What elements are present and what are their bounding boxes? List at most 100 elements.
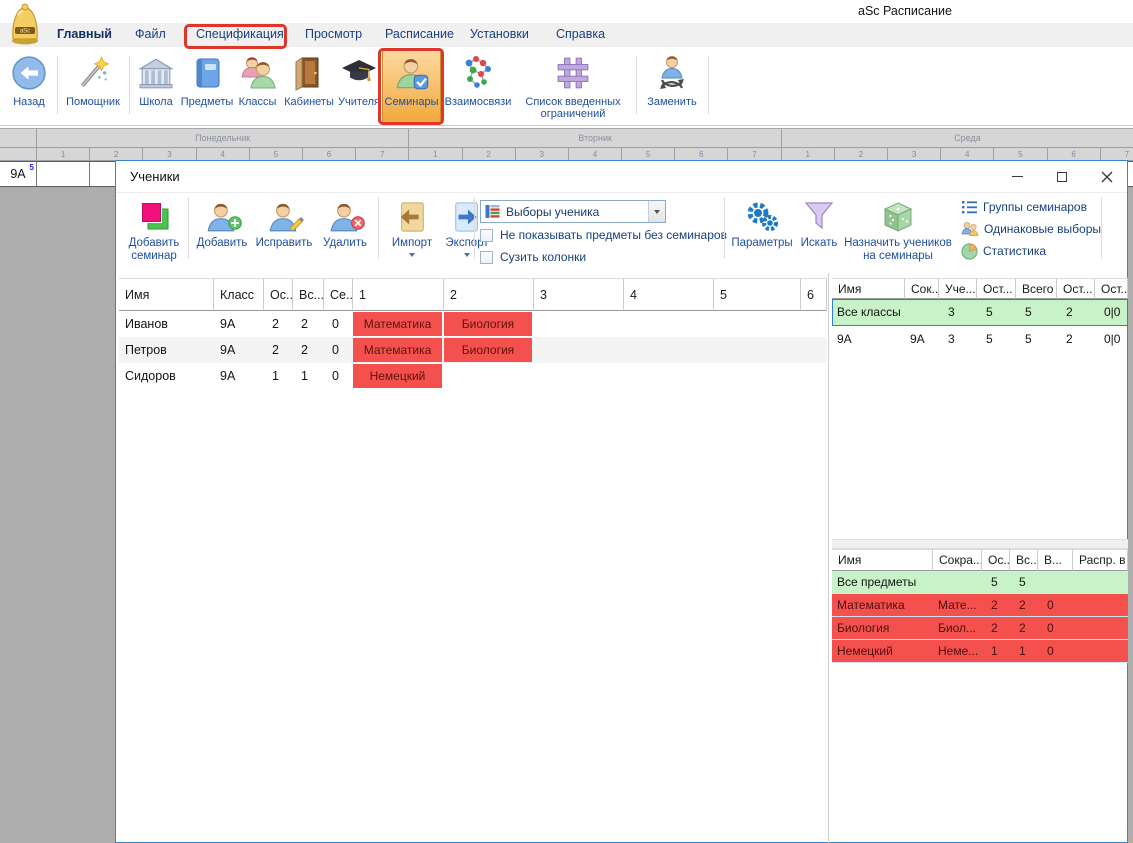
column-header[interactable]: Ос... xyxy=(982,549,1010,571)
horizontal-splitter[interactable] xyxy=(832,539,1128,549)
back-button[interactable]: Назад xyxy=(6,50,52,123)
column-header[interactable]: Имя xyxy=(119,278,214,311)
wizard-button[interactable]: Помощник xyxy=(62,50,124,123)
column-header[interactable]: Ост... xyxy=(977,278,1016,299)
book-icon xyxy=(190,55,224,91)
menu-item-specifikaciya[interactable]: Спецификация xyxy=(196,27,284,41)
search-filter-button[interactable]: Искать xyxy=(798,194,840,250)
parameters-button[interactable]: Параметры xyxy=(729,194,795,250)
student-row[interactable]: Петров 9A 2 2 0 Математика Биология xyxy=(119,337,827,363)
add-seminar-button[interactable]: Добавить семинар xyxy=(122,194,186,262)
checkbox-unchecked[interactable] xyxy=(480,251,493,264)
subject-row[interactable]: Немецкий Неме... 1 1 0 xyxy=(832,640,1128,663)
day-header-wednesday: Среда xyxy=(782,129,1133,148)
menu-item-ustanovki[interactable]: Установки xyxy=(470,27,529,41)
column-header[interactable]: Всего xyxy=(1016,278,1057,299)
classes-button[interactable]: Классы xyxy=(235,50,280,123)
view-select-combobox[interactable]: Выборы ученика xyxy=(480,200,666,223)
subject-row[interactable]: Математика Мате... 2 2 0 xyxy=(832,594,1128,617)
subject-choice-chip[interactable]: Немецкий xyxy=(353,364,442,388)
ribbon-toolbar: Назад Помощник Школа Предметы xyxy=(0,47,1133,126)
column-header[interactable]: Распр. в н... xyxy=(1073,549,1128,571)
narrow-columns-checkbox-row[interactable]: Сузить колонки xyxy=(480,249,586,265)
column-header[interactable]: Се... xyxy=(324,278,353,311)
edit-student-button[interactable]: Исправить xyxy=(252,194,316,250)
person-check-icon xyxy=(394,55,430,91)
seminar-groups-button[interactable]: Группы семинаров xyxy=(961,196,1101,218)
statistics-button[interactable]: Статистика xyxy=(961,240,1101,262)
plus-badge-icon xyxy=(228,216,242,230)
delete-student-button[interactable]: Удалить xyxy=(319,194,371,250)
column-header[interactable]: Класс xyxy=(214,278,264,311)
panel-divider[interactable] xyxy=(828,273,829,843)
teachers-button[interactable]: Учителя xyxy=(338,50,380,123)
column-header[interactable]: Ост... xyxy=(1057,278,1095,299)
column-header[interactable]: Ос... xyxy=(264,278,293,311)
subjects-button[interactable]: Предметы xyxy=(180,50,234,123)
menu-item-spravka[interactable]: Справка xyxy=(556,27,605,41)
import-button[interactable]: Импорт xyxy=(386,194,438,257)
class-row-label[interactable]: 9A 5 xyxy=(0,162,37,186)
subject-choice-chip[interactable]: Математика xyxy=(353,312,442,336)
subjects-summary-table: Имя Сокра... Ос... Вс... В... Распр. в н… xyxy=(832,549,1128,663)
asc-logo-bell-icon[interactable]: aSc xyxy=(6,1,46,47)
school-button[interactable]: Школа xyxy=(133,50,179,123)
column-header[interactable]: 3 xyxy=(534,278,624,311)
gears-icon xyxy=(744,200,780,234)
students-table: Имя Класс Ос... Вс... Се... 1 2 3 4 5 6 … xyxy=(119,278,827,389)
column-header[interactable]: Имя xyxy=(832,549,933,571)
maximize-button[interactable] xyxy=(1046,163,1078,190)
student-row[interactable]: Сидоров 9A 1 1 0 Немецкий xyxy=(119,363,827,389)
constraints-list-button[interactable]: Список введенных ограничений xyxy=(514,50,632,123)
dialog-title: Ученики xyxy=(130,169,180,184)
subject-row[interactable]: Биология Биол... 2 2 0 xyxy=(832,617,1128,640)
class-row[interactable]: 9A 9A 3 5 5 2 0|0 xyxy=(832,326,1128,353)
column-header[interactable]: 2 xyxy=(444,278,534,311)
menu-item-prosmotr[interactable]: Просмотр xyxy=(305,27,362,41)
view-select-value: Выборы ученика xyxy=(506,205,642,219)
rooms-button[interactable]: Кабинеты xyxy=(281,50,337,123)
column-header[interactable]: 4 xyxy=(624,278,714,311)
subjects-table-header: Имя Сокра... Ос... Вс... В... Распр. в н… xyxy=(832,549,1128,571)
subjects-total-row[interactable]: Все предметы 5 5 xyxy=(832,571,1128,594)
two-people-small-icon xyxy=(961,221,979,237)
minimize-button[interactable] xyxy=(1001,163,1033,190)
column-header[interactable]: 6 xyxy=(801,278,827,311)
svg-text:aSc: aSc xyxy=(20,29,30,35)
column-header[interactable]: Сок... xyxy=(905,278,939,299)
column-header[interactable]: Вс... xyxy=(293,278,324,311)
student-row[interactable]: Иванов 9A 2 2 0 Математика Биология xyxy=(119,311,827,337)
dialog-titlebar[interactable]: Ученики xyxy=(116,161,1127,193)
column-header[interactable]: Сокра... xyxy=(933,549,982,571)
column-header[interactable]: 5 xyxy=(714,278,801,311)
close-button[interactable] xyxy=(1091,163,1123,190)
column-header[interactable]: Имя xyxy=(832,278,905,299)
combobox-arrow-button[interactable] xyxy=(648,201,665,222)
column-header[interactable]: Уче... xyxy=(939,278,977,299)
substitute-button[interactable]: Заменить xyxy=(640,50,704,123)
menu-item-glavny[interactable]: Главный xyxy=(57,27,112,41)
subject-choice-chip[interactable]: Математика xyxy=(353,338,442,362)
column-header[interactable]: В... xyxy=(1038,549,1073,571)
relations-button[interactable]: Взаимосвязи xyxy=(443,50,513,123)
checkbox-unchecked[interactable] xyxy=(480,229,493,242)
subject-choice-chip[interactable]: Биология xyxy=(444,312,532,336)
classes-total-row-selected[interactable]: Все классы 3 5 5 2 0|0 xyxy=(832,299,1128,326)
school-building-icon xyxy=(138,55,174,91)
menu-item-raspisanie[interactable]: Расписание xyxy=(385,27,454,41)
same-choices-button[interactable]: Одинаковые выборы xyxy=(961,218,1101,240)
timetable-cell[interactable] xyxy=(37,162,90,186)
column-header[interactable]: Вс... xyxy=(1010,549,1038,571)
chevron-down-icon xyxy=(654,210,660,214)
menu-item-fail[interactable]: Файл xyxy=(135,27,166,41)
column-header[interactable]: Ост... xyxy=(1095,278,1128,299)
window-title: aSc Расписание xyxy=(858,4,952,18)
column-header[interactable]: 1 xyxy=(353,278,444,311)
add-student-button[interactable]: Добавить xyxy=(192,194,252,250)
hide-subjects-checkbox-row[interactable]: Не показывать предметы без семинаров xyxy=(480,227,727,243)
students-table-header: Имя Класс Ос... Вс... Се... 1 2 3 4 5 6 xyxy=(119,278,827,311)
assign-students-button[interactable]: Назначить учеников на семинары xyxy=(842,194,954,262)
subject-choice-chip[interactable]: Биология xyxy=(444,338,532,362)
seminars-button-selected[interactable]: Семинары xyxy=(382,49,441,124)
timetable-days-row: Понедельник Вторник Среда xyxy=(0,129,1133,148)
